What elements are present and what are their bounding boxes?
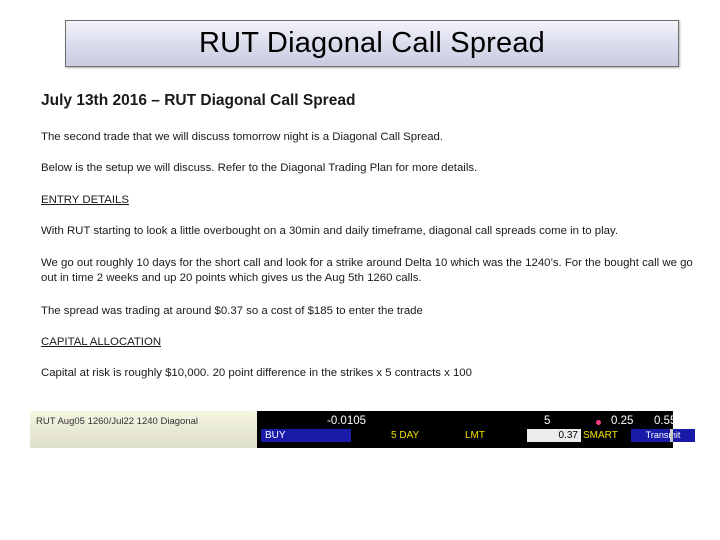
marker-dot-icon <box>596 420 601 425</box>
tif-quantity: 5 <box>391 430 397 441</box>
ask-value: 0.55 <box>654 415 677 427</box>
paragraph-capital: Capital at risk is roughly $10,000. 20 p… <box>41 367 472 379</box>
paragraph-cost: The spread was trading at around $0.37 s… <box>41 305 423 317</box>
limit-price-input[interactable]: 0.37 <box>527 429 581 442</box>
slide-title-box: RUT Diagonal Call Spread <box>65 20 679 67</box>
route-select[interactable]: SMART <box>583 429 618 442</box>
entry-details-header: ENTRY DETAILS <box>41 194 129 206</box>
order-description-cell[interactable]: RUT Aug05 1260/Jul22 1240 Diagonal <box>30 411 257 448</box>
paragraph-strikes-line2: out in time 2 weeks and up 20 points whi… <box>41 272 422 284</box>
capital-allocation-header: CAPITAL ALLOCATION <box>41 336 162 348</box>
paragraph-overbought: With RUT starting to look a little overb… <box>41 225 618 237</box>
action-select[interactable]: BUY <box>261 429 351 442</box>
paragraph-strikes-line1: We go out roughly 10 days for the short … <box>41 257 693 269</box>
quantity-value: 5 <box>544 415 551 427</box>
transmit-button[interactable]: Transmit <box>631 429 695 442</box>
order-fields: -0.0105 5 0.25 0.55 BUY 5 DAY LMT 0.37 S… <box>257 411 695 448</box>
order-type-select[interactable]: LMT <box>465 429 485 442</box>
order-description: RUT Aug05 1260/Jul22 1240 Diagonal <box>36 416 198 427</box>
change-value: -0.0105 <box>327 415 367 427</box>
paragraph-setup: Below is the setup we will discuss. Refe… <box>41 162 478 174</box>
tif-select[interactable]: 5 DAY <box>391 429 419 442</box>
tif-label: DAY <box>399 430 420 441</box>
order-entry-bar: RUT Aug05 1260/Jul22 1240 Diagonal -0.01… <box>30 411 695 448</box>
doc-heading: July 13th 2016 – RUT Diagonal Call Sprea… <box>41 92 356 109</box>
paragraph-intro: The second trade that we will discuss to… <box>41 131 444 143</box>
slide-title: RUT Diagonal Call Spread <box>199 27 545 59</box>
bid-value: 0.25 <box>611 415 634 427</box>
order-bar-edge <box>670 429 673 442</box>
